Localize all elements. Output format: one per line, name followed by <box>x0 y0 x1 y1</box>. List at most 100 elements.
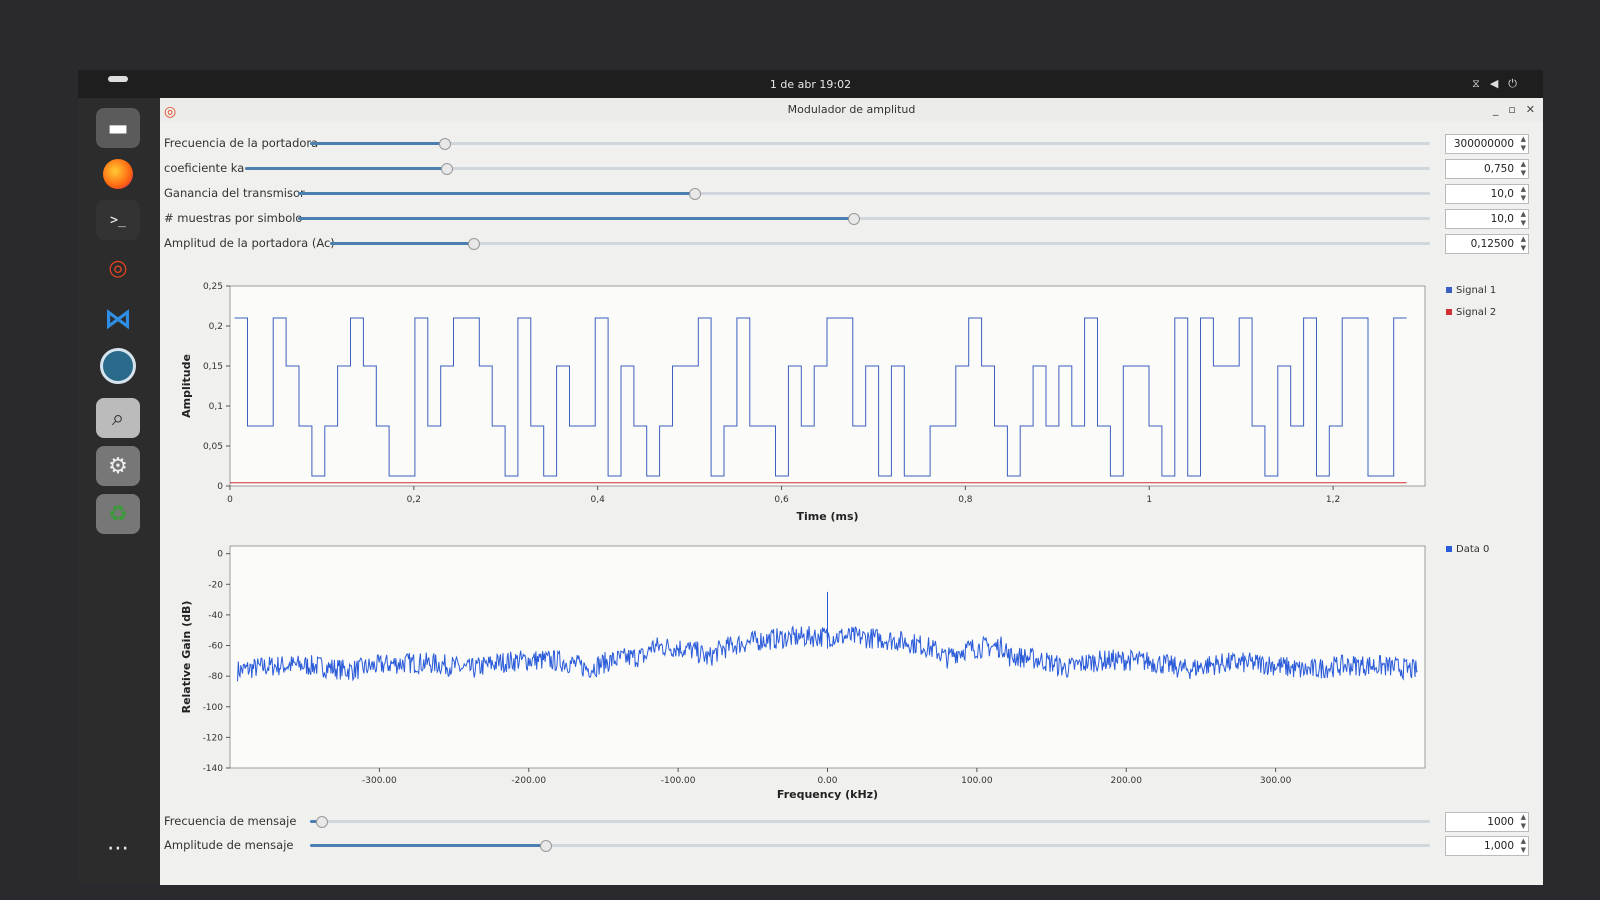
message-control-slider[interactable] <box>310 840 1430 852</box>
control-slider[interactable] <box>310 138 1430 150</box>
x-tick-label: -200.00 <box>511 776 546 786</box>
y-tick-label: 0,05 <box>203 442 223 452</box>
y-tick-label: -20 <box>208 580 223 590</box>
slider-handle[interactable] <box>316 816 329 828</box>
plot-area <box>229 285 1426 487</box>
slider-handle[interactable] <box>439 138 452 150</box>
x-tick-label: 0,4 <box>591 495 606 505</box>
x-tick-label: 0,2 <box>407 495 421 505</box>
message-control-spinbox[interactable]: 1000 ▲ ▼ <box>1445 812 1529 832</box>
window-titlebar: ◎ Modulador de amplitud _ ▫ ✕ <box>160 98 1543 122</box>
message-control-slider[interactable] <box>310 816 1430 828</box>
spinbox-value: 10,0 <box>1490 213 1514 225</box>
slider-handle[interactable] <box>540 840 553 852</box>
x-tick-label: 0,6 <box>774 495 789 505</box>
spinbox-value: 1,000 <box>1483 840 1514 852</box>
spinbox-value: 10,0 <box>1490 188 1514 200</box>
maximize-icon[interactable]: ▫ <box>1508 98 1515 122</box>
app-icon: ◎ <box>164 104 177 120</box>
y-axis-label: Relative Gain (dB) <box>180 601 193 714</box>
control-label: Ganancia del transmisor <box>164 186 305 200</box>
legend-swatch <box>1446 287 1452 293</box>
settings-gear-icon[interactable]: ⚙ <box>96 446 140 486</box>
x-tick-label: 200.00 <box>1111 776 1143 786</box>
vscode-icon[interactable]: ⋈ <box>96 298 140 338</box>
control-spinbox[interactable]: 300000000 ▲ ▼ <box>1445 134 1529 154</box>
message-control-label: Frecuencia de mensaje <box>164 814 297 828</box>
x-tick-label: 0,8 <box>958 495 973 505</box>
status-area[interactable]: ⧖ ◀ ⏻ <box>1472 77 1517 91</box>
clock[interactable]: 1 de abr 19:02 <box>78 78 1543 91</box>
spinbox-value: 0,12500 <box>1470 238 1514 250</box>
control-row-3: # muestras por simbolo 10,0 ▲ ▼ <box>160 207 1543 231</box>
legend-label: Data 0 <box>1456 544 1490 555</box>
legend-swatch <box>1446 309 1452 315</box>
app-window: ◎ Modulador de amplitud _ ▫ ✕ Frecuencia… <box>160 98 1543 885</box>
slider-fill <box>245 167 447 170</box>
spin-arrows-icon[interactable]: ▲ ▼ <box>1521 185 1526 203</box>
legend-signal-1[interactable]: Signal 1 <box>1446 285 1496 296</box>
spin-arrows-icon[interactable]: ▲ ▼ <box>1521 160 1526 178</box>
files-icon[interactable]: ▬ <box>96 108 140 148</box>
close-icon[interactable]: ✕ <box>1526 98 1535 122</box>
x-axis-label: Time (ms) <box>796 510 858 523</box>
control-label: # muestras por simbolo <box>164 211 303 225</box>
x-axis-label: Frequency (kHz) <box>777 788 878 801</box>
terminal-icon[interactable]: >_ <box>96 200 140 240</box>
remote-desktop-icon[interactable] <box>96 346 140 386</box>
y-tick-label: -40 <box>208 611 223 621</box>
spin-arrows-icon[interactable]: ▲ ▼ <box>1521 813 1526 831</box>
volume-icon: ◀ <box>1489 77 1499 90</box>
spin-arrows-icon[interactable]: ▲ ▼ <box>1521 837 1526 855</box>
y-tick-label: -120 <box>203 733 224 743</box>
control-slider[interactable] <box>298 188 1430 200</box>
time-domain-plot[interactable]: 0 0,05 0,1 0,15 0,2 0,25 0 0,2 0,4 0,6 0,8 1 1,2 Time… <box>160 274 1543 534</box>
x-tick-label: -300.00 <box>362 776 397 786</box>
legend-data-0[interactable]: Data 0 <box>1446 544 1489 555</box>
control-spinbox[interactable]: 0,750 ▲ ▼ <box>1445 159 1529 179</box>
message-control-spinbox[interactable]: 1,000 ▲ ▼ <box>1445 836 1529 856</box>
x-tick-label: 300.00 <box>1260 776 1292 786</box>
message-control-row-1: Amplitude de mensaje 1,000 ▲ ▼ <box>160 834 1543 858</box>
frequency-domain-plot[interactable]: 0 -20 -40 -60 -80 -100 -120 -140 -300.00 -200.00 -… <box>160 538 1543 803</box>
monitor-screen: 1 de abr 19:02 ⧖ ◀ ⏻ ▬ >_ ◎ ⋈ ⌕ ⚙ ♻ ⋯ ◎ … <box>78 70 1543 885</box>
dock: ▬ >_ ◎ ⋈ ⌕ ⚙ ♻ ⋯ <box>78 98 160 885</box>
control-label: Frecuencia de la portadora <box>164 136 319 150</box>
spin-arrows-icon[interactable]: ▲ ▼ <box>1521 135 1526 153</box>
x-tick-label: 1,2 <box>1326 495 1340 505</box>
control-slider[interactable] <box>298 213 1430 225</box>
y-tick-label: -100 <box>203 703 224 713</box>
legend-label: Signal 2 <box>1456 307 1497 318</box>
control-spinbox[interactable]: 10,0 ▲ ▼ <box>1445 184 1529 204</box>
gnuradio-icon[interactable]: ◎ <box>96 248 140 288</box>
x-tick-label: 0 <box>227 495 233 505</box>
control-label: Amplitud de la portadora (Ac) <box>164 236 335 250</box>
slider-handle[interactable] <box>689 188 702 200</box>
search-icon[interactable]: ⌕ <box>96 398 140 438</box>
spinbox-value: 300000000 <box>1453 138 1514 150</box>
spin-arrows-icon[interactable]: ▲ ▼ <box>1521 235 1526 253</box>
control-spinbox[interactable]: 10,0 ▲ ▼ <box>1445 209 1529 229</box>
firefox-icon[interactable] <box>96 154 140 194</box>
control-row-4: Amplitud de la portadora (Ac) 0,12500 ▲ ▼ <box>160 232 1543 256</box>
minimize-icon[interactable]: _ <box>1493 98 1499 122</box>
control-slider[interactable] <box>330 238 1430 250</box>
window-title: Modulador de amplitud <box>787 103 916 116</box>
slider-handle[interactable] <box>847 213 860 225</box>
show-apps-icon[interactable]: ⋯ <box>96 828 140 868</box>
y-axis-label: Amplitude <box>180 354 193 418</box>
x-tick-label: -100.00 <box>661 776 696 786</box>
y-tick-label: 0 <box>217 550 223 560</box>
control-row-1: coeficiente ka 0,750 ▲ ▼ <box>160 157 1543 181</box>
system-top-bar: 1 de abr 19:02 ⧖ ◀ ⏻ <box>78 70 1543 98</box>
spin-arrows-icon[interactable]: ▲ ▼ <box>1521 210 1526 228</box>
y-tick-label: -60 <box>208 642 223 652</box>
slider-handle[interactable] <box>441 163 454 175</box>
power-icon: ⏻ <box>1508 77 1517 90</box>
x-tick-label: 100.00 <box>961 776 993 786</box>
control-slider[interactable] <box>245 163 1430 175</box>
slider-handle[interactable] <box>468 238 480 250</box>
control-spinbox[interactable]: 0,12500 ▲ ▼ <box>1445 234 1529 254</box>
trash-icon[interactable]: ♻ <box>96 494 140 534</box>
legend-signal-2[interactable]: Signal 2 <box>1446 307 1496 318</box>
